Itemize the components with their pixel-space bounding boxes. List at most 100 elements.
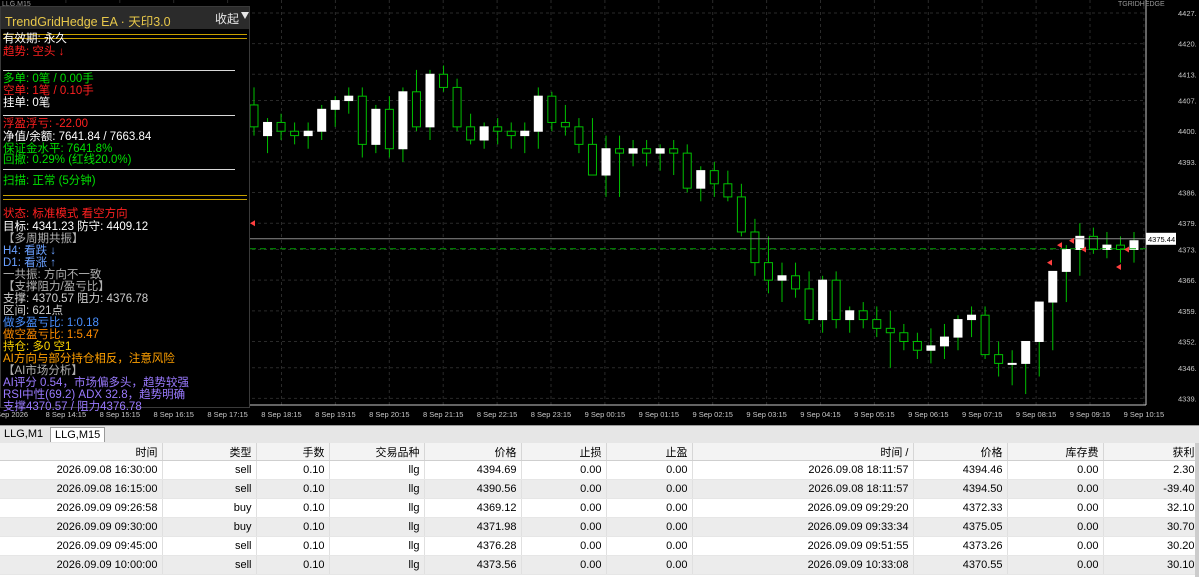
time-axis-label: 8 Sep 21:15 <box>423 410 463 419</box>
time-axis-label: 9 Sep 05:15 <box>854 410 894 419</box>
column-header[interactable]: 止盈 <box>606 443 693 461</box>
table-row[interactable]: 2026.09.09 09:45:00 sell 0.10 llg 4376.28 0.0… <box>0 536 1199 556</box>
candle-body <box>547 95 557 123</box>
column-header[interactable]: 时间 <box>0 443 163 461</box>
candle-body <box>276 121 286 132</box>
time-axis-label: 8 Sep 23:15 <box>531 410 571 419</box>
table-row[interactable]: 2026.09.08 16:15:00 sell 0.10 llg 4390.56 0.0… <box>0 479 1199 499</box>
time-axis-label: 9 Sep 01:15 <box>639 410 679 419</box>
ea-panel-line: 回撤: 0.29% (红线20.0%) <box>3 154 132 166</box>
table-cell: 0.00 <box>606 517 693 537</box>
table-cell: 2026.09.09 09:29:20 <box>692 498 914 518</box>
candle-body <box>601 148 611 176</box>
time-axis-label: 8 Sep 18:15 <box>261 410 301 419</box>
chevron-down-icon[interactable] <box>241 12 249 19</box>
table-cell: llg <box>329 479 425 499</box>
table-cell: 2026.09.09 09:45:00 <box>0 536 163 556</box>
candle-body <box>615 148 625 154</box>
column-header[interactable]: 价格 <box>913 443 1008 461</box>
table-cell: buy <box>162 517 257 537</box>
time-axis-label: 9 Sep 08:15 <box>1016 410 1056 419</box>
candle-body <box>818 279 828 321</box>
table-cell: 0.00 <box>1007 498 1104 518</box>
trade-arrow-icon <box>250 220 255 227</box>
ea-panel-line: 支撑4370.57 / 阻力4376.78 <box>3 401 142 413</box>
time-axis-label: 8 Sep 16:15 <box>153 410 193 419</box>
candle-body <box>939 336 949 347</box>
candle-body <box>263 121 273 137</box>
tab-llg-m15[interactable]: LLG,M15 <box>50 427 106 442</box>
divider <box>3 199 247 200</box>
price-chart[interactable]: 4427. 4420. 4413. 4407. 4400. 4393. 4386. 4379.… <box>0 0 1199 425</box>
candle-body <box>858 310 868 321</box>
price-axis-label: 4427. <box>1178 9 1197 18</box>
candle-body <box>479 126 489 141</box>
column-header[interactable]: 价格 <box>424 443 522 461</box>
ea-panel-line: 浮盈浮亏: -22.00 <box>3 118 88 130</box>
table-cell: 2026.09.09 10:00:00 <box>0 555 163 575</box>
candle-body <box>994 354 1004 364</box>
trade-arrow-icon <box>1116 264 1121 271</box>
candle-body <box>344 95 354 102</box>
column-header[interactable]: 止损 <box>521 443 607 461</box>
column-header[interactable]: 获利 <box>1103 443 1199 461</box>
table-cell: 30.20 <box>1103 536 1199 556</box>
price-axis-label: 4346. <box>1178 364 1197 373</box>
table-cell: 0.00 <box>521 517 607 537</box>
candle-body <box>791 275 801 290</box>
column-header[interactable]: 库存费 <box>1007 443 1104 461</box>
candle-body <box>452 86 462 128</box>
candle-body <box>642 148 652 154</box>
table-cell: 32.10 <box>1103 498 1199 518</box>
candle-body <box>587 143 597 176</box>
candle-body <box>425 73 435 128</box>
price-axis-label: 4407. <box>1178 97 1197 106</box>
table-cell: 0.00 <box>1007 460 1104 480</box>
column-header[interactable]: 类型 <box>162 443 257 461</box>
table-cell: 0.00 <box>521 555 607 575</box>
column-header[interactable]: 时间 / <box>692 443 914 461</box>
candle-body <box>967 314 977 321</box>
table-cell: 0.00 <box>521 479 607 499</box>
time-axis-label: 8 Sep 20:15 <box>369 410 409 419</box>
table-cell: 4394.50 <box>913 479 1008 499</box>
candle-body <box>520 130 530 137</box>
table-cell: 4390.56 <box>424 479 522 499</box>
divider <box>3 115 235 116</box>
candle-body <box>750 231 760 264</box>
table-cell: 4376.28 <box>424 536 522 556</box>
table-row[interactable]: 2026.09.09 10:00:00 sell 0.10 llg 4373.56 0.0… <box>0 555 1199 575</box>
table-row[interactable]: 2026.09.09 09:30:00 buy 0.10 llg 4371.98 0.00… <box>0 517 1199 537</box>
candle-body <box>763 262 773 281</box>
candle-body <box>736 196 746 233</box>
column-header[interactable]: 交易品种 <box>329 443 425 461</box>
table-cell: 2026.09.08 18:11:57 <box>692 479 914 499</box>
price-axis-label: 4400. <box>1178 127 1197 136</box>
candle-body <box>777 275 787 281</box>
table-cell: 0.00 <box>1007 555 1104 575</box>
table-cell: 2026.09.08 16:30:00 <box>0 460 163 480</box>
table-cell: 0.00 <box>521 498 607 518</box>
vertical-scrollbar[interactable] <box>1195 443 1199 577</box>
table-cell: 2.30 <box>1103 460 1199 480</box>
price-axis-label: 4366. <box>1178 276 1197 285</box>
tab-llg-m1[interactable]: LLG,M1 <box>0 427 47 442</box>
divider <box>3 195 247 196</box>
chart-tab-bar: LLG,M1 LLG,M15 <box>0 425 1199 443</box>
table-cell: 4371.98 <box>424 517 522 537</box>
candle-body <box>439 73 449 88</box>
time-axis-label: 9 Sep 03:15 <box>746 410 786 419</box>
column-header[interactable]: 手数 <box>256 443 330 461</box>
table-cell: 0.00 <box>1007 536 1104 556</box>
collapse-button[interactable]: 收起 <box>215 10 239 27</box>
candle-body <box>1061 248 1071 272</box>
table-row[interactable]: 2026.09.08 16:30:00 sell 0.10 llg 4394.69 0.0… <box>0 460 1199 480</box>
table-cell: 4373.56 <box>424 555 522 575</box>
candle-body <box>1129 240 1139 250</box>
table-row[interactable]: 2026.09.09 09:26:58 buy 0.10 llg 4369.12 0.00… <box>0 498 1199 518</box>
table-cell: 4394.69 <box>424 460 522 480</box>
candle-body <box>493 126 503 132</box>
time-axis-label: 9 Sep 06:15 <box>908 410 948 419</box>
price-axis-label: 4379. <box>1178 219 1197 228</box>
table-cell: 4372.33 <box>913 498 1008 518</box>
